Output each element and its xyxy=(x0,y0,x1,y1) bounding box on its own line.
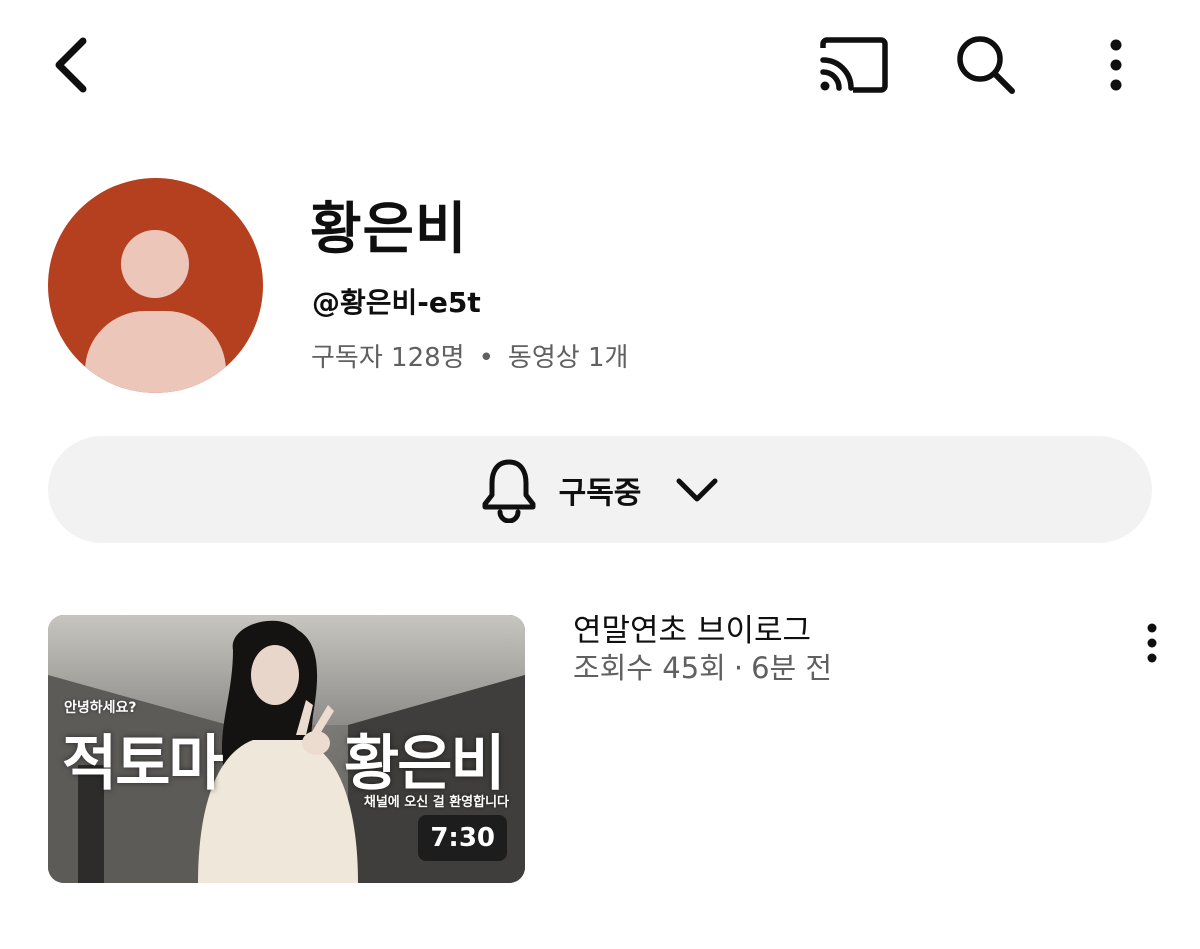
search-icon xyxy=(957,36,1015,94)
back-button[interactable] xyxy=(36,30,106,100)
thumbnail-right-title: 황은비 xyxy=(344,729,506,799)
video-duration-badge: 7:30 xyxy=(418,815,507,861)
video-thumbnail[interactable]: 안녕하세요? 적토마 황은비 채널에 오신 걸 환영합니다 7:30 xyxy=(48,615,525,883)
subscribed-label: 구독중 xyxy=(558,475,642,511)
subscriber-count: 구독자 128명 xyxy=(311,343,465,373)
video-more-button[interactable] xyxy=(1130,616,1174,670)
thumbnail-greeting-text: 안녕하세요? xyxy=(64,700,137,716)
more-vertical-icon xyxy=(1110,39,1122,91)
video-title[interactable]: 연말연초 브이로그 xyxy=(573,612,811,651)
video-meta-separator: · xyxy=(733,651,744,685)
video-meta: 조회수 45회 · 6분 전 xyxy=(573,650,832,686)
stats-separator: • xyxy=(478,343,494,373)
video-count: 동영상 1개 xyxy=(507,343,629,373)
thumbnail-welcome-text: 채널에 오신 걸 환영합니다 xyxy=(363,795,509,810)
channel-handle[interactable]: @황은비-e5t xyxy=(312,286,481,320)
thumbnail-left-title: 적토마 xyxy=(62,729,224,799)
avatar-head-shape xyxy=(121,230,189,298)
cast-button[interactable] xyxy=(812,30,896,100)
more-vertical-icon xyxy=(1147,623,1157,663)
search-button[interactable] xyxy=(946,30,1026,100)
channel-name: 황은비 xyxy=(310,197,468,262)
cast-icon xyxy=(820,37,888,93)
channel-avatar[interactable] xyxy=(48,178,263,393)
chevron-left-icon xyxy=(55,37,87,93)
more-options-button[interactable] xyxy=(1086,30,1146,100)
bell-icon xyxy=(482,459,536,523)
chevron-down-icon xyxy=(676,478,718,501)
avatar-body-shape xyxy=(85,311,226,393)
video-views: 조회수 45회 xyxy=(573,651,726,685)
channel-page: 황은비 @황은비-e5t 구독자 128명 • 동영상 1개 구독중 안녕하세요… xyxy=(0,0,1200,949)
subscribed-button[interactable]: 구독중 xyxy=(48,436,1152,543)
channel-stats: 구독자 128명 • 동영상 1개 xyxy=(311,342,628,376)
video-age: 6분 전 xyxy=(751,651,833,685)
